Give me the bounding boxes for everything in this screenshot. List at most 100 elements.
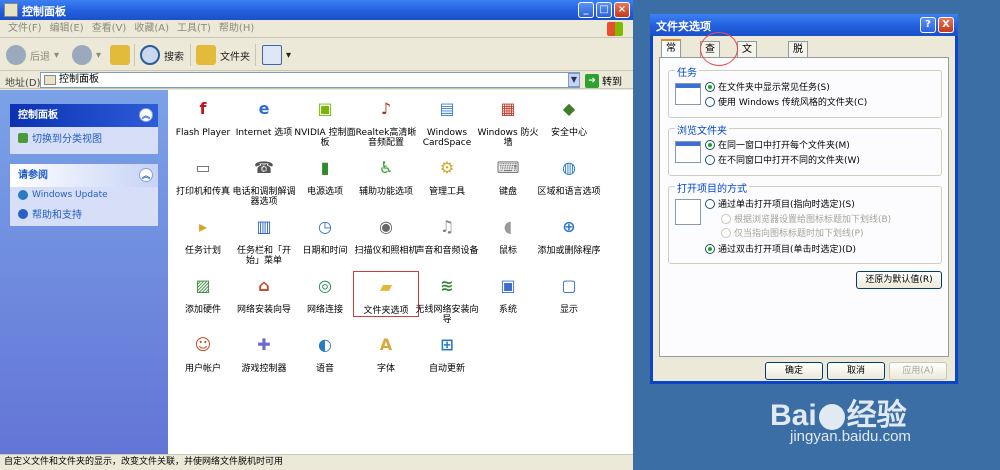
item-label: 网络连接 [306,305,343,315]
separate-window-option[interactable]: 在不同窗口中打开不同的文件夹(W) [705,153,860,166]
item-icon: ▮ [320,158,330,177]
search-button[interactable]: 搜索 [140,44,184,66]
control-panel-item[interactable]: ⚙ 管理工具 [414,153,480,198]
control-panel-item[interactable]: ◍ 区域和语言选项 [536,153,602,198]
status-text: 自定义文件和文件夹的显示，改变文件关联，并使网络文件脱机时可用 [4,457,284,467]
menu-help[interactable]: 帮助(H) [219,20,254,38]
item-label: 游戏控制器 [241,364,287,374]
control-panel-item[interactable]: ✚ 游戏控制器 [231,330,297,375]
control-panel-item[interactable]: ▤ Windows CardSpace [414,94,480,149]
section-header[interactable]: 请参阅 ︽ [10,164,158,187]
menu-tools[interactable]: 工具(T) [177,20,211,38]
link-label: 帮助和支持 [32,210,82,221]
tab-general[interactable]: 常规 [661,39,681,69]
switch-to-category-view-link[interactable]: 切换到分类视图 [10,127,158,148]
control-panel-item[interactable]: ♿ 辅助功能选项 [353,153,419,198]
dropdown-arrow-icon: ▾ [54,49,60,61]
tab-offline-files[interactable]: 脱机文件 [788,41,808,100]
menu-view[interactable]: 查看(V) [92,20,127,38]
apply-button[interactable]: 应用(A) [889,362,947,380]
windows-update-link[interactable]: Windows Update [10,187,158,203]
control-panel-item[interactable]: ▣ 系统 [475,271,541,316]
back-button[interactable]: 后退 ▾ [6,44,59,66]
option-label: 使用 Windows 传统风格的文件夹(C) [718,98,868,108]
address-dropdown-button[interactable]: ▼ [568,73,580,87]
item-label: 辅助功能选项 [358,187,413,197]
cancel-button[interactable]: 取消 [827,362,885,380]
control-panel-item[interactable]: ⊞ 自动更新 [414,330,480,375]
control-panel-item[interactable]: ◷ 日期和时间 [292,212,358,257]
control-panel-item[interactable]: ▢ 显示 [536,271,602,316]
option-label: 仅当指向图标标题时加下划线(P) [734,229,864,239]
collapse-chevron-icon[interactable]: ︽ [139,168,153,182]
control-panel-item[interactable]: ▦ Windows 防火墙 [475,94,541,149]
control-panel-item[interactable]: ▰ 文件夹选项 [353,271,419,317]
underline-browser-option[interactable]: 根据浏览器设置给图标标题加下划线(B) [721,212,891,225]
go-button[interactable]: ➜ 转到 [585,73,622,88]
control-panel-item[interactable]: ◉ 扫描仪和照相机 [353,212,419,257]
section-header[interactable]: 控制面板 ︽ [10,104,158,127]
control-panel-item[interactable]: ☺ 用户帐户 [170,330,236,375]
same-window-option[interactable]: 在同一窗口中打开每个文件夹(M) [705,138,850,151]
go-arrow-icon: ➜ [585,73,599,88]
item-label: Internet 选项 [235,128,293,138]
windows-logo-icon [607,22,623,36]
control-panel-item[interactable]: ▭ 打印机和传真 [170,153,236,198]
help-and-support-link[interactable]: 帮助和支持 [10,203,158,224]
item-label: 打印机和传真 [175,187,230,197]
item-icon: ◉ [379,217,393,236]
help-button[interactable]: ? [920,17,936,33]
menu-edit[interactable]: 编辑(E) [50,20,84,38]
address-label: 地址(D) [5,78,41,89]
address-bar: 地址(D) 控制面板 ▼ ➜ 转到 [0,71,633,89]
classic-folders-option[interactable]: 使用 Windows 传统风格的文件夹(C) [705,95,867,108]
control-panel-item[interactable]: ⊕ 添加或删除程序 [536,212,602,257]
control-panel-icon [44,75,56,85]
views-button[interactable]: ▾ [262,44,291,66]
item-label: 系统 [498,305,517,315]
item-icon: ☎ [254,158,274,177]
status-bar: 自定义文件和文件夹的显示，改变文件关联，并使网络文件脱机时可用 [0,454,633,470]
control-panel-item[interactable]: ◐ 语音 [292,330,358,375]
control-panel-item[interactable]: ◖ 鼠标 [475,212,541,257]
underline-hover-option[interactable]: 仅当指向图标标题时加下划线(P) [721,226,863,239]
show-common-tasks-option[interactable]: 在文件夹中显示常见任务(S) [705,80,830,93]
forward-button[interactable]: ▾ [72,44,101,66]
title-bar[interactable]: 控制面板 _ □ × [0,0,633,20]
control-panel-item[interactable]: ▣ NVIDIA 控制面板 [292,94,358,149]
item-label: 语音 [315,364,334,374]
up-button[interactable] [110,44,130,66]
control-panel-item[interactable]: ▥ 任务栏和「开始」菜单 [231,212,297,267]
collapse-chevron-icon[interactable]: ︽ [139,108,153,122]
maximize-button[interactable]: □ [596,2,612,18]
dialog-title-bar[interactable]: 文件夹选项 ? X [650,14,958,36]
close-button[interactable]: × [614,2,630,18]
control-panel-item[interactable]: ☎ 电话和调制解调器选项 [231,153,297,208]
menu-file[interactable]: 文件(F) [8,20,42,38]
control-panel-item[interactable]: ⌂ 网络安装向导 [231,271,297,316]
control-panel-item[interactable]: A 字体 [353,330,419,375]
control-panel-item[interactable]: ◎ 网络连接 [292,271,358,316]
folders-button[interactable]: 文件夹 [196,44,250,66]
control-panel-item[interactable]: e Internet 选项 [231,94,297,139]
control-panel-item[interactable]: f Flash Player [170,94,236,139]
windows-update-icon [18,190,28,200]
restore-defaults-button[interactable]: 还原为默认值(R) [856,271,942,289]
tab-file-types[interactable]: 文件类型 [737,41,757,100]
control-panel-item[interactable]: ♫ 声音和音频设备 [414,212,480,257]
single-click-option[interactable]: 通过单击打开项目(指向时选定)(S) [705,197,855,210]
task-pane: 控制面板 ︽ 切换到分类视图 请参阅 ︽ Windows Update 帮助和支… [0,90,168,454]
double-click-option[interactable]: 通过双击打开项目(单击时选定)(D) [705,242,856,255]
control-panel-item[interactable]: ♪ Realtek高清晰音频配置 [353,94,419,149]
ok-button[interactable]: 确定 [765,362,823,380]
control-panel-item[interactable]: ≋ 无线网络安装向导 [414,271,480,326]
minimize-button[interactable]: _ [578,2,594,18]
control-panel-item[interactable]: ▨ 添加硬件 [170,271,236,316]
menu-favorites[interactable]: 收藏(A) [134,20,169,38]
control-panel-item[interactable]: ▮ 电源选项 [292,153,358,198]
control-panel-item[interactable]: ⌨ 键盘 [475,153,541,198]
close-button[interactable]: X [938,17,954,33]
address-input[interactable]: 控制面板 [40,72,580,88]
control-panel-item[interactable]: ◆ 安全中心 [536,94,602,139]
control-panel-item[interactable]: ▸ 任务计划 [170,212,236,257]
